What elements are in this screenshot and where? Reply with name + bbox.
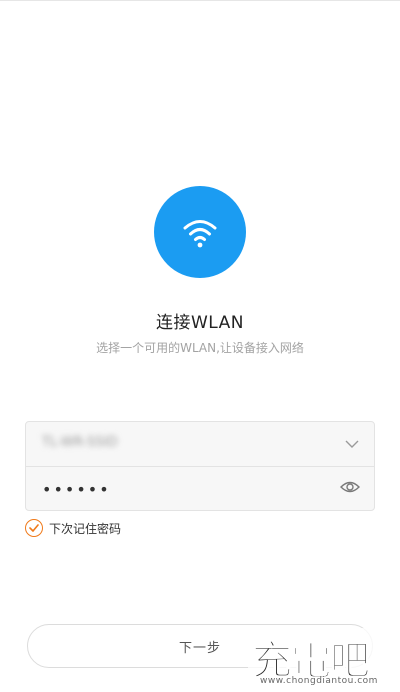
top-divider xyxy=(0,0,400,1)
next-button-label: 下一步 xyxy=(178,640,221,656)
watermark: 充電吧 www.chongdiantou.com xyxy=(248,628,398,690)
wlan-setup-screen: 连接WLAN 选择一个可用的WLAN,让设备接入网络 TL-WR-SSID 下次… xyxy=(0,0,400,692)
remember-password-toggle[interactable]: 下次记住密码 xyxy=(25,517,121,539)
remember-checkbox[interactable] xyxy=(25,519,43,537)
page-subtitle: 选择一个可用的WLAN,让设备接入网络 xyxy=(96,341,304,355)
watermark-url: www.chongdiantou.com xyxy=(260,676,378,686)
remember-label: 下次记住密码 xyxy=(49,521,122,536)
page-title: 连接WLAN xyxy=(155,313,245,333)
wifi-icon xyxy=(183,220,217,248)
password-field[interactable] xyxy=(40,476,324,502)
check-icon xyxy=(29,524,39,532)
password-row xyxy=(26,467,374,510)
wifi-icon-badge xyxy=(154,186,246,278)
ssid-value: TL-WR-SSID xyxy=(42,435,118,450)
wlan-form: TL-WR-SSID xyxy=(25,421,375,511)
chevron-down-icon[interactable] xyxy=(344,436,360,452)
ssid-select[interactable]: TL-WR-SSID xyxy=(26,422,374,466)
eye-icon[interactable] xyxy=(340,479,360,495)
